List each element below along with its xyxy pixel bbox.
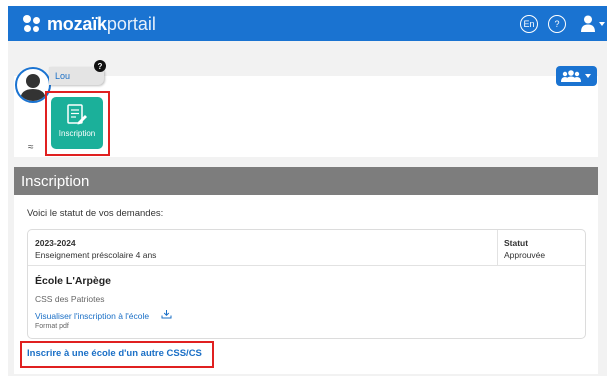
- status-intro-text: Voici le statut de vos demandes:: [27, 208, 164, 219]
- top-bar: mozaïk portail En ?: [8, 6, 607, 41]
- status-header: Statut: [504, 238, 529, 248]
- mozaik-logo-icon: [22, 14, 42, 34]
- section-title: Inscription: [21, 173, 90, 190]
- profile-help-badge[interactable]: ?: [94, 60, 106, 72]
- service-center-name: CSS des Patriotes: [35, 294, 105, 304]
- view-registration-link[interactable]: Visualiser l'inscription à l'école: [35, 311, 149, 321]
- caret-down-icon: [584, 74, 591, 78]
- program-name: Enseignement préscolaire 4 ans: [35, 250, 157, 260]
- logo-text-light: portail: [106, 13, 156, 34]
- column-divider: [497, 230, 498, 266]
- download-icon[interactable]: [161, 309, 172, 319]
- tile-label: Inscription: [58, 129, 96, 138]
- language-button[interactable]: En: [520, 15, 538, 33]
- request-card-header: 2023-2024 Enseignement préscolaire 4 ans…: [28, 230, 585, 266]
- user-menu-button[interactable]: [580, 14, 608, 34]
- school-year: 2023-2024: [35, 238, 76, 248]
- user-icon: [581, 15, 605, 32]
- help-button[interactable]: ?: [548, 15, 566, 33]
- mozaik-logo[interactable]: mozaïk portail: [22, 13, 156, 35]
- school-name: École L'Arpège: [35, 275, 112, 287]
- caret-down-icon: [599, 22, 605, 26]
- double-chevron-up-icon[interactable]: ≈: [28, 142, 34, 153]
- request-card: 2023-2024 Enseignement préscolaire 4 ans…: [27, 229, 586, 339]
- register-other-school-link[interactable]: Inscrire à une école d'un autre CSS/CS: [27, 348, 202, 359]
- status-value: Approuvée: [504, 250, 546, 260]
- group-menu-button[interactable]: [556, 66, 597, 86]
- file-format: Format pdf: [35, 323, 69, 330]
- tile-inscription[interactable]: Inscription: [51, 97, 103, 149]
- group-icon: [560, 70, 591, 82]
- edit-document-icon: [67, 104, 87, 125]
- logo-text-bold: mozaïk: [47, 13, 107, 34]
- section-header: Inscription: [14, 167, 598, 195]
